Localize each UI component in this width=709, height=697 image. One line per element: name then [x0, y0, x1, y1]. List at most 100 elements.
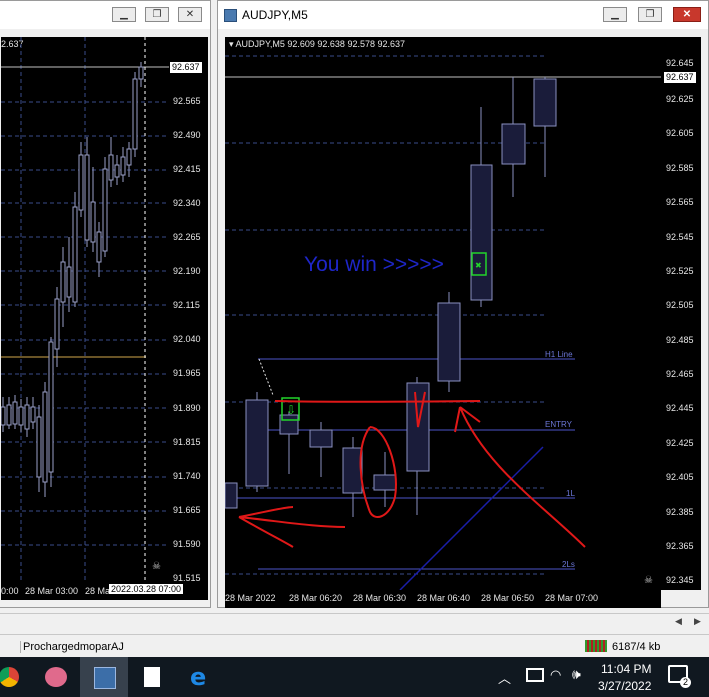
right-chart-window: AUDJPY,M5 ▁ ❐ ✕ ▾ AUDJPY,M5 92.609 92.63…	[217, 0, 709, 608]
traffic-text: 6187/4 kb	[612, 641, 661, 653]
left-y-axis: 92.637 92.565 92.490 92.415 92.340 92.26…	[169, 37, 208, 583]
2ls-label: 2Ls	[562, 560, 575, 569]
entry-label: ENTRY	[545, 420, 573, 429]
chart-window-icon	[224, 9, 237, 22]
volume-icon[interactable]: 🕪	[572, 666, 581, 683]
right-candles-svg: H1 Line ENTRY 1L 2Ls ⇩ ✖ You win >>>>> ☠	[225, 55, 661, 590]
clock-date[interactable]: 3/27/2022	[598, 679, 651, 693]
right-skull-icon: ☠	[644, 575, 653, 586]
right-price-badge: 92.637	[664, 72, 696, 83]
left-y-label: 91.740	[173, 471, 201, 481]
left-x-label: 28 Mar 03:00	[25, 586, 79, 596]
right-x-axis: 28 Mar 2022 28 Mar 06:20 28 Mar 06:30 28…	[225, 590, 661, 608]
left-x-label: 28 Ma	[85, 586, 111, 596]
right-y-label: 92.605	[666, 128, 694, 138]
right-y-label: 92.345	[666, 575, 694, 585]
left-y-label: 92.415	[173, 164, 201, 174]
edge-button[interactable]: e	[176, 657, 224, 697]
right-y-label: 92.525	[666, 266, 694, 276]
connection-bars-icon	[585, 640, 607, 652]
restore-icon: ❐	[152, 9, 162, 20]
left-y-label: 91.815	[173, 437, 201, 447]
restore-button[interactable]: ❐	[145, 7, 169, 22]
you-win-annotation: You win >>>>>	[304, 253, 444, 276]
left-skull-icon: ☠	[152, 561, 161, 572]
left-x-label: 0:00	[1, 586, 19, 596]
left-window-titlebar[interactable]: ▁ ❐ ✕	[0, 1, 210, 29]
left-y-label: 92.115	[173, 300, 200, 310]
close-icon: ✕	[682, 9, 692, 20]
right-y-label: 92.645	[666, 58, 694, 68]
close-icon: ✕	[185, 9, 195, 20]
notepad-button[interactable]	[128, 657, 176, 697]
right-price-scale: 92.645 92.637 92.625 92.605 92.585 92.56…	[661, 37, 701, 590]
wifi-icon[interactable]: ◠	[550, 667, 561, 683]
left-y-label: 92.040	[173, 334, 201, 344]
scroll-left-icon[interactable]: ◀	[675, 616, 682, 627]
down-arrow-icon: ⇩	[286, 403, 296, 417]
minimize-icon: ▁	[611, 9, 619, 20]
left-y-label: 91.965	[173, 368, 201, 378]
left-y-label: 92.190	[173, 266, 201, 276]
win-check-icon: ✖	[475, 261, 482, 270]
network-icon[interactable]	[526, 668, 544, 682]
left-y-label: 91.665	[173, 505, 201, 515]
paint-button[interactable]	[32, 657, 80, 697]
right-chart-area[interactable]: ▾ AUDJPY,M5 92.609 92.638 92.578 92.637 …	[225, 37, 661, 608]
left-x-axis: 0:00 28 Mar 03:00 28 Ma 2022.03.28 07:00	[1, 582, 208, 600]
left-chart-window: ▁ ❐ ✕ 2.637 ☠ 92.637 92.565 92.490 92.41…	[0, 0, 211, 608]
restore-icon: ❐	[645, 9, 655, 20]
right-window-titlebar[interactable]: AUDJPY,M5 ▁ ❐ ✕	[218, 1, 708, 29]
edge-icon: e	[190, 663, 207, 691]
left-y-label: 92.565	[173, 96, 201, 106]
app-button[interactable]	[80, 657, 128, 697]
left-y-label: 92.490	[173, 130, 201, 140]
paint-icon	[45, 667, 67, 687]
right-y-label: 92.385	[666, 507, 694, 517]
right-y-label: 92.365	[666, 541, 694, 551]
right-y-label: 92.545	[666, 232, 694, 242]
right-x-label: 28 Mar 06:40	[417, 593, 471, 603]
left-price-badge: 92.637	[170, 62, 202, 73]
h1-line-label: H1 Line	[545, 350, 573, 359]
right-y-label: 92.565	[666, 197, 694, 207]
chrome-icon	[0, 667, 19, 687]
right-y-label: 92.465	[666, 369, 694, 379]
profile-tab[interactable]: ProchargedmoparAJ	[20, 641, 124, 653]
left-x-label: 2022.03.28 07:00	[109, 584, 184, 594]
right-x-label: 28 Mar 2022	[225, 593, 276, 603]
restore-button[interactable]: ❐	[638, 7, 662, 22]
taskbar: e ︿ ◠ 🕪 11:04 PM 3/27/2022 2	[0, 657, 709, 697]
minimize-icon: ▁	[120, 9, 128, 20]
right-y-label: 92.485	[666, 335, 694, 345]
minimize-button[interactable]: ▁	[603, 7, 627, 22]
right-x-label: 28 Mar 07:00	[545, 593, 599, 603]
right-y-label: 92.445	[666, 403, 694, 413]
right-x-label: 28 Mar 06:30	[353, 593, 407, 603]
notepad-icon	[144, 667, 160, 687]
left-y-label: 91.890	[173, 403, 201, 413]
chevron-up-icon[interactable]: ︿	[498, 668, 511, 687]
right-x-label: 28 Mar 06:20	[289, 593, 343, 603]
notification-count: 2	[680, 677, 691, 688]
right-y-label: 92.625	[666, 94, 694, 104]
left-y-label: 92.265	[173, 232, 201, 242]
horizontal-scrollbar[interactable]: ◀ ▶	[0, 613, 709, 631]
clock-time[interactable]: 11:04 PM	[601, 662, 651, 676]
status-bar: ProchargedmoparAJ 6187/4 kb	[0, 634, 709, 658]
right-x-label: 28 Mar 06:50	[481, 593, 535, 603]
left-y-label: 92.340	[173, 198, 201, 208]
right-y-label: 92.425	[666, 438, 694, 448]
scroll-right-icon[interactable]: ▶	[694, 616, 701, 627]
right-window-title: AUDJPY,M5	[242, 8, 308, 22]
right-y-label: 92.505	[666, 300, 694, 310]
minimize-button[interactable]: ▁	[112, 7, 136, 22]
app-icon	[94, 667, 116, 689]
1l-label: 1L	[566, 489, 575, 498]
close-button[interactable]: ✕	[673, 7, 701, 22]
right-y-label: 92.405	[666, 472, 694, 482]
close-button[interactable]: ✕	[178, 7, 202, 22]
right-y-label: 92.585	[666, 163, 694, 173]
chrome-button[interactable]	[0, 657, 30, 697]
left-chart-area[interactable]: 2.637 ☠ 92.637 92.565 92.490 92.415 92.3…	[1, 37, 208, 600]
